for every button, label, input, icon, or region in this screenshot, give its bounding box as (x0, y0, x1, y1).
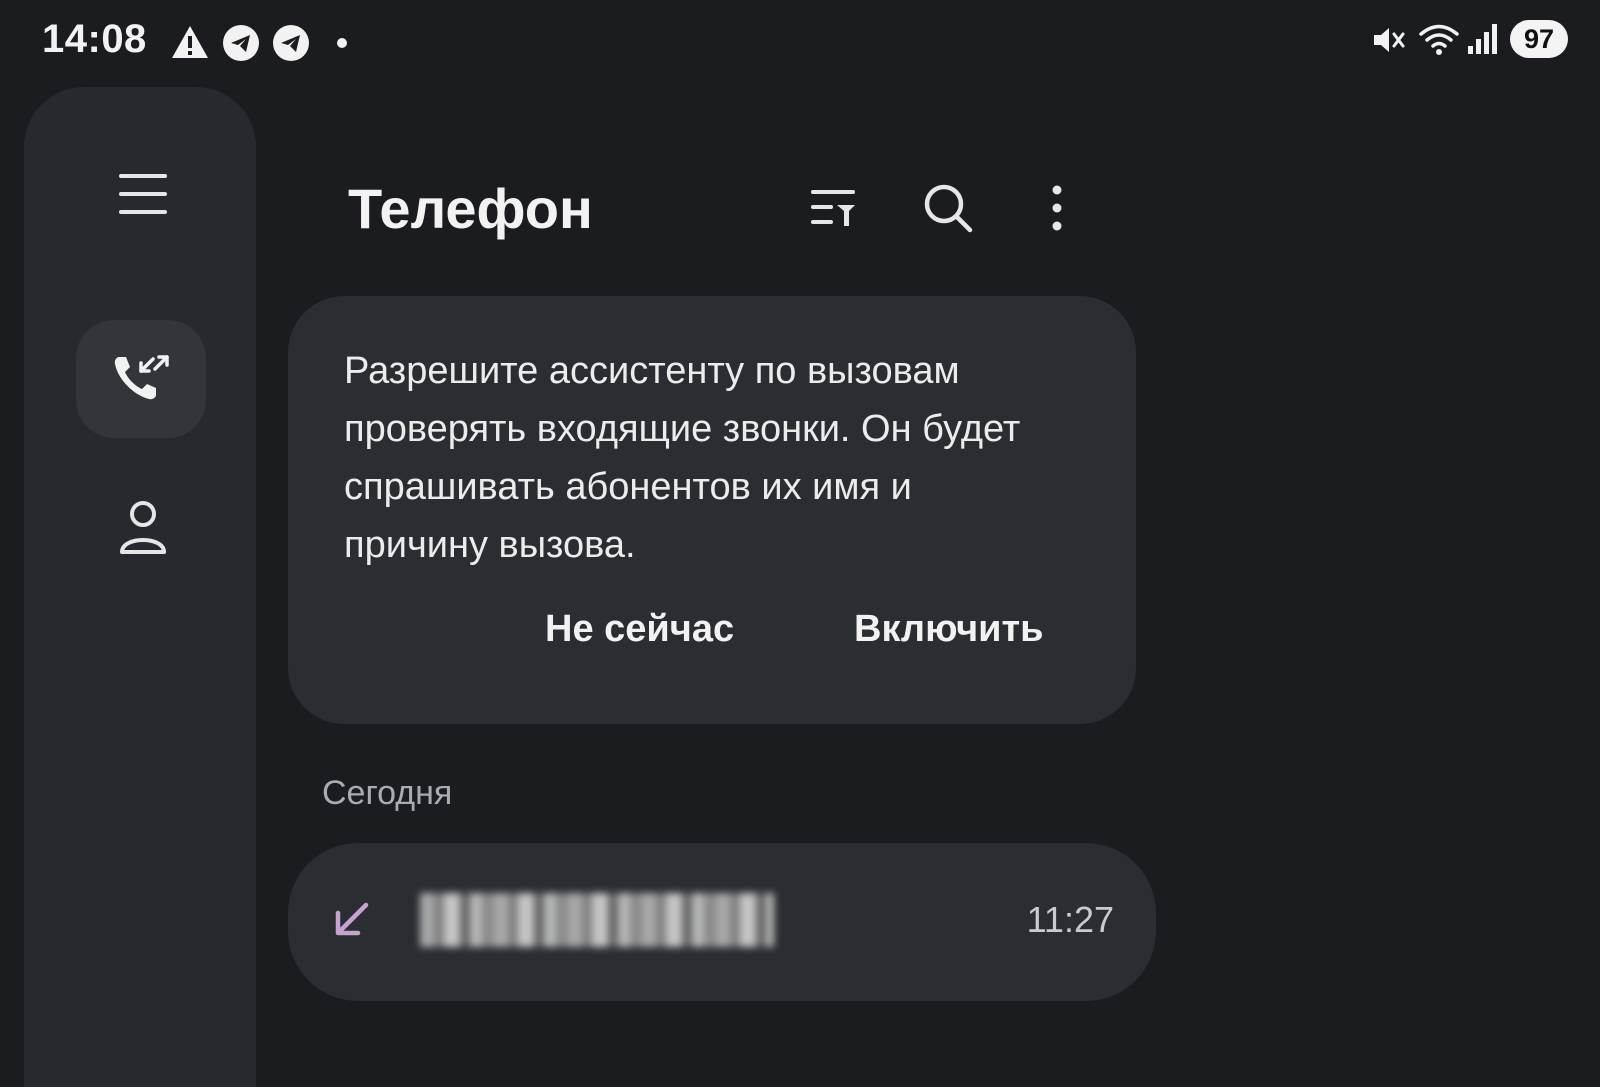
filter-button[interactable] (800, 180, 866, 240)
telegram-icon (222, 24, 260, 67)
telegram-icon (272, 24, 310, 67)
call-time: 11:27 (1026, 899, 1114, 940)
call-assistant-banner: Разрешите ассистенту по вызовам проверят… (288, 296, 1136, 724)
mute-icon (1370, 22, 1406, 63)
wifi-icon (1418, 22, 1460, 63)
filter-icon (809, 186, 857, 235)
more-options-button[interactable] (1024, 180, 1090, 240)
warning-icon (170, 24, 210, 65)
enable-button[interactable]: Включить (854, 608, 1043, 651)
not-now-button[interactable]: Не сейчас (545, 608, 734, 651)
caller-number-redacted (420, 893, 774, 947)
incoming-call-icon (330, 899, 374, 948)
status-time: 14:08 (42, 17, 147, 61)
banner-message: Разрешите ассистенту по вызовам проверят… (344, 350, 1021, 566)
hamburger-menu-icon (118, 171, 168, 222)
person-icon (118, 500, 168, 561)
call-log-entry[interactable]: 11:27 (288, 843, 1156, 1001)
menu-button[interactable] (88, 160, 198, 232)
section-header-today: Сегодня (322, 774, 453, 812)
page-title: Телефон (348, 177, 593, 240)
status-bar: 14:08 97 (0, 0, 1600, 84)
nav-item-contacts[interactable] (88, 490, 198, 570)
signal-icon (1466, 22, 1498, 61)
navigation-rail (24, 87, 256, 1087)
battery-icon: 97 (1510, 20, 1568, 58)
more-vert-icon (1051, 184, 1063, 237)
search-button[interactable] (915, 180, 981, 240)
nav-item-calls[interactable] (76, 320, 206, 438)
call-log-icon (111, 351, 171, 408)
search-icon (922, 182, 974, 239)
notification-dot-icon (336, 36, 348, 54)
